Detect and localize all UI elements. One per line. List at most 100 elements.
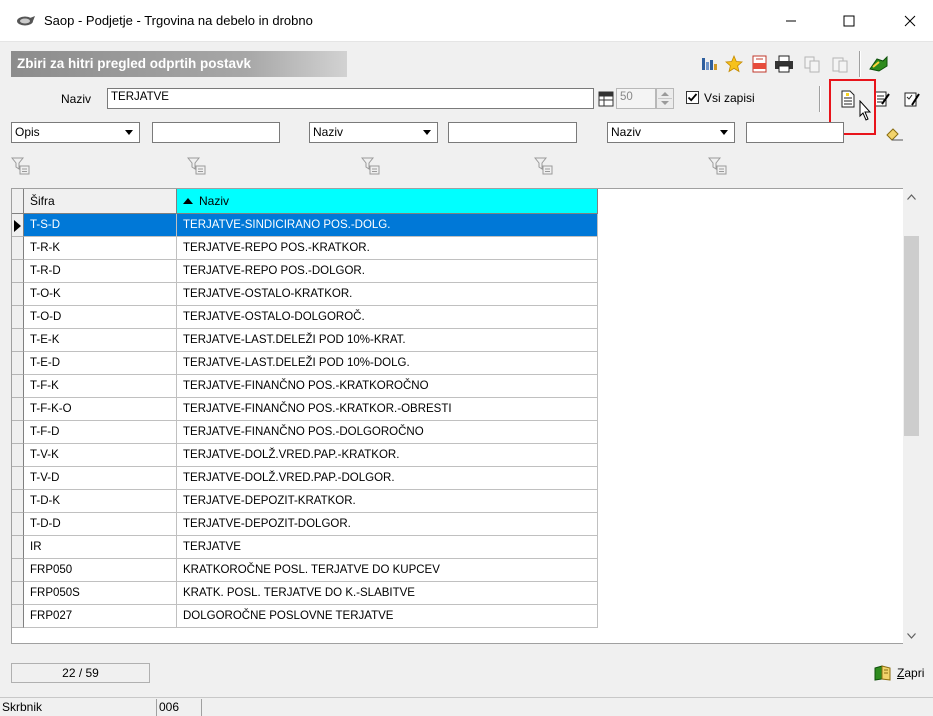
table-row[interactable]: T-R-K TERJATVE-REPO POS.-KRATKOR. xyxy=(12,237,612,260)
cell-naziv[interactable]: TERJATVE-OSTALO-KRATKOR. xyxy=(177,283,598,306)
cell-sifra[interactable]: FRP027 xyxy=(24,605,177,628)
close-window-button[interactable] xyxy=(887,0,933,42)
cell-sifra[interactable]: T-O-D xyxy=(24,306,177,329)
cell-naziv[interactable]: TERJATVE-FINANČNO POS.-KRATKOROČNO xyxy=(177,375,598,398)
filter-funnel-icon[interactable] xyxy=(361,156,381,176)
cell-naziv[interactable]: TERJATVE-DOLŽ.VRED.PAP.-KRATKOR. xyxy=(177,444,598,467)
cell-naziv[interactable]: TERJATVE-DEPOZIT-DOLGOR. xyxy=(177,513,598,536)
row-indicator[interactable] xyxy=(12,375,24,398)
cell-sifra[interactable]: T-E-D xyxy=(24,352,177,375)
cell-naziv[interactable]: KRATK. POSL. TERJATVE DO K.-SLABITVE xyxy=(177,582,598,605)
filter-2-value-input[interactable] xyxy=(448,122,577,143)
cell-sifra[interactable]: T-V-K xyxy=(24,444,177,467)
filter-funnel-icon[interactable] xyxy=(187,156,207,176)
cell-naziv[interactable]: TERJATVE-OSTALO-DOLGOROČ. xyxy=(177,306,598,329)
table-row[interactable]: IR TERJATVE xyxy=(12,536,612,559)
paste-button[interactable] xyxy=(829,53,851,75)
scroll-down-button[interactable] xyxy=(903,627,920,644)
all-records-checkbox[interactable] xyxy=(686,91,699,104)
filter-funnel-icon[interactable] xyxy=(11,156,31,176)
row-indicator[interactable] xyxy=(12,444,24,467)
filter-3-dropdown[interactable] xyxy=(716,124,732,141)
grid-vertical-scrollbar[interactable] xyxy=(903,188,920,644)
row-indicator[interactable] xyxy=(12,283,24,306)
records-grid[interactable]: Šifra Naziv T-S-D TERJATVE-SINDICIRANO PO… xyxy=(11,188,920,644)
scroll-thumb[interactable] xyxy=(904,236,919,436)
row-indicator[interactable] xyxy=(12,237,24,260)
cell-sifra[interactable]: T-O-K xyxy=(24,283,177,306)
scroll-up-button[interactable] xyxy=(903,188,920,205)
row-indicator[interactable] xyxy=(12,536,24,559)
row-indicator[interactable] xyxy=(12,582,24,605)
row-indicator[interactable] xyxy=(12,605,24,628)
copy-button[interactable] xyxy=(801,53,823,75)
table-row[interactable]: T-O-D TERJATVE-OSTALO-DOLGOROČ. xyxy=(12,306,612,329)
table-row[interactable]: T-F-K TERJATVE-FINANČNO POS.-KRATKOROČNO xyxy=(12,375,612,398)
table-row[interactable]: T-V-K TERJATVE-DOLŽ.VRED.PAP.-KRATKOR. xyxy=(12,444,612,467)
table-row[interactable]: T-D-D TERJATVE-DEPOZIT-DOLGOR. xyxy=(12,513,612,536)
columns-button[interactable] xyxy=(699,53,721,75)
minimize-button[interactable] xyxy=(768,0,814,42)
cell-sifra[interactable]: T-F-K xyxy=(24,375,177,398)
table-row[interactable]: T-F-D TERJATVE-FINANČNO POS.-DOLGOROČNO xyxy=(12,421,612,444)
edit-list-button[interactable] xyxy=(901,88,923,110)
row-indicator[interactable] xyxy=(12,306,24,329)
record-limit-button[interactable] xyxy=(595,88,617,110)
table-row[interactable]: T-S-D TERJATVE-SINDICIRANO POS.-DOLG. xyxy=(12,214,612,237)
cell-naziv[interactable]: TERJATVE-FINANČNO POS.-KRATKOR.-OBRESTI xyxy=(177,398,598,421)
cell-sifra[interactable]: T-F-K-O xyxy=(24,398,177,421)
row-indicator[interactable] xyxy=(12,260,24,283)
naziv-search-input[interactable]: TERJATVE xyxy=(107,88,594,109)
record-limit-stepper[interactable] xyxy=(656,88,674,109)
cell-naziv[interactable]: TERJATVE-SINDICIRANO POS.-DOLG. xyxy=(177,214,598,237)
export-pdf-button[interactable] xyxy=(749,53,771,75)
table-row[interactable]: T-E-K TERJATVE-LAST.DELEŽI POD 10%-KRAT. xyxy=(12,329,612,352)
filter-funnel-icon[interactable] xyxy=(534,156,554,176)
cell-sifra[interactable]: FRP050S xyxy=(24,582,177,605)
exit-button[interactable] xyxy=(867,53,889,75)
cell-naziv[interactable]: TERJATVE-REPO POS.-DOLGOR. xyxy=(177,260,598,283)
table-row[interactable]: T-D-K TERJATVE-DEPOZIT-KRATKOR. xyxy=(12,490,612,513)
cell-sifra[interactable]: T-F-D xyxy=(24,421,177,444)
cell-naziv[interactable]: KRATKOROČNE POSL. TERJATVE DO KUPCEV xyxy=(177,559,598,582)
cell-sifra[interactable]: IR xyxy=(24,536,177,559)
table-row[interactable]: T-F-K-O TERJATVE-FINANČNO POS.-KRATKOR.-O… xyxy=(12,398,612,421)
cell-sifra[interactable]: T-E-K xyxy=(24,329,177,352)
cell-naziv[interactable]: TERJATVE-DOLŽ.VRED.PAP.-DOLGOR. xyxy=(177,467,598,490)
cell-naziv[interactable]: TERJATVE-LAST.DELEŽI POD 10%-DOLG. xyxy=(177,352,598,375)
row-indicator[interactable] xyxy=(12,398,24,421)
column-header-naziv[interactable]: Naziv xyxy=(177,189,598,214)
cell-naziv[interactable]: TERJATVE-REPO POS.-KRATKOR. xyxy=(177,237,598,260)
row-indicator[interactable] xyxy=(12,490,24,513)
table-row[interactable]: T-R-D TERJATVE-REPO POS.-DOLGOR. xyxy=(12,260,612,283)
cell-naziv[interactable]: TERJATVE xyxy=(177,536,598,559)
row-indicator[interactable] xyxy=(12,467,24,490)
cell-sifra[interactable]: FRP050 xyxy=(24,559,177,582)
table-row[interactable]: T-E-D TERJATVE-LAST.DELEŽI POD 10%-DOLG. xyxy=(12,352,612,375)
filter-3-value-input[interactable] xyxy=(746,122,844,143)
row-indicator[interactable] xyxy=(12,421,24,444)
cell-naziv[interactable]: DOLGOROČNE POSLOVNE TERJATVE xyxy=(177,605,598,628)
cell-naziv[interactable]: TERJATVE-DEPOZIT-KRATKOR. xyxy=(177,490,598,513)
table-row[interactable]: FRP050S KRATK. POSL. TERJATVE DO K.-SLABI… xyxy=(12,582,612,605)
table-row[interactable]: T-V-D TERJATVE-DOLŽ.VRED.PAP.-DOLGOR. xyxy=(12,467,612,490)
filter-1-value-input[interactable] xyxy=(152,122,280,143)
column-header-sifra[interactable]: Šifra xyxy=(24,189,177,214)
cell-sifra[interactable]: T-R-K xyxy=(24,237,177,260)
cell-naziv[interactable]: TERJATVE-LAST.DELEŽI POD 10%-KRAT. xyxy=(177,329,598,352)
filter-funnel-icon[interactable] xyxy=(708,156,728,176)
row-indicator[interactable] xyxy=(12,352,24,375)
cell-sifra[interactable]: T-D-K xyxy=(24,490,177,513)
cell-sifra[interactable]: T-S-D xyxy=(24,214,177,237)
cell-sifra[interactable]: T-V-D xyxy=(24,467,177,490)
filter-2-dropdown[interactable] xyxy=(419,124,435,141)
close-button[interactable]: Zapri xyxy=(873,665,924,681)
maximize-button[interactable] xyxy=(826,0,872,42)
row-indicator[interactable] xyxy=(12,214,24,237)
clear-filter-button[interactable] xyxy=(883,123,905,145)
row-indicator[interactable] xyxy=(12,329,24,352)
row-indicator[interactable] xyxy=(12,513,24,536)
row-indicator[interactable] xyxy=(12,559,24,582)
print-button[interactable] xyxy=(773,53,795,75)
cell-sifra[interactable]: T-D-D xyxy=(24,513,177,536)
